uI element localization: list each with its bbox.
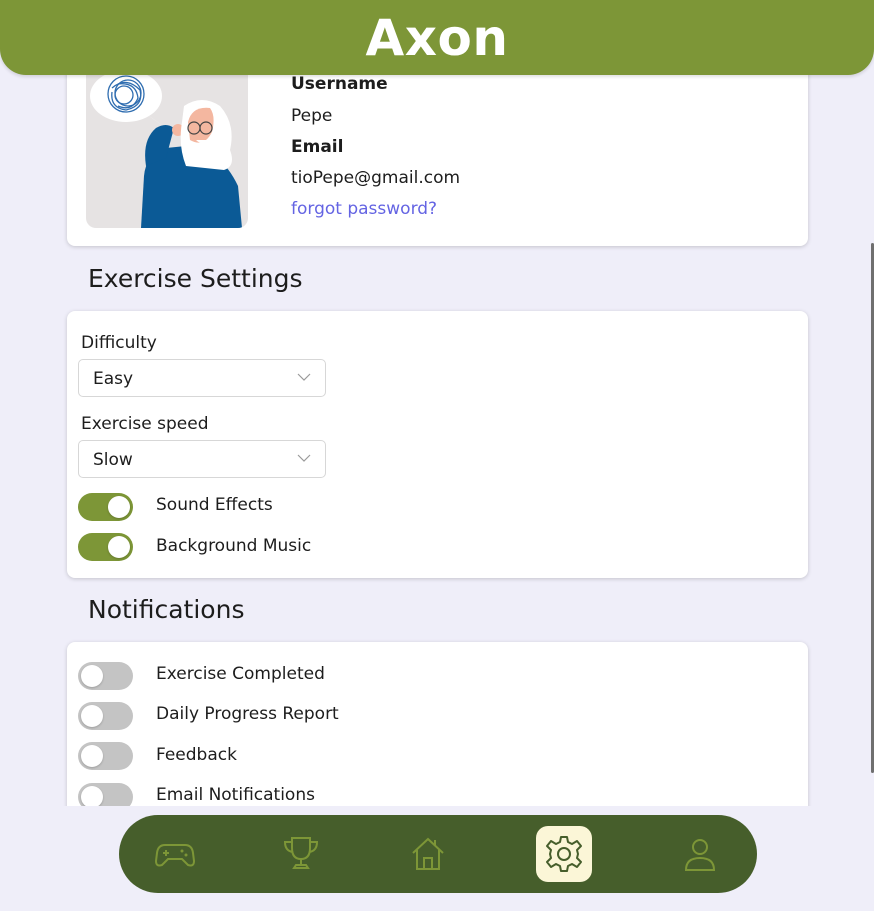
notifications-title: Notifications <box>88 595 245 624</box>
exercise-completed-toggle[interactable] <box>78 662 133 690</box>
exercise-settings-card: Difficulty Easy Exercise speed Slow Soun… <box>67 311 808 578</box>
exercise-speed-label: Exercise speed <box>81 414 209 434</box>
background-music-label: Background Music <box>156 536 312 556</box>
daily-progress-report-label: Daily Progress Report <box>156 704 339 724</box>
toggle-knob <box>81 745 103 767</box>
nav-settings[interactable] <box>536 826 592 882</box>
nav-home[interactable] <box>400 826 456 882</box>
app-title: Axon <box>365 8 509 67</box>
sound-effects-label: Sound Effects <box>156 495 273 515</box>
toggle-knob <box>81 705 103 727</box>
username-label: Username <box>291 74 388 94</box>
toggle-knob <box>81 786 103 808</box>
nav-profile[interactable] <box>672 826 728 882</box>
forgot-password-link[interactable]: forgot password? <box>291 199 437 219</box>
gear-icon <box>546 836 582 872</box>
exercise-completed-label: Exercise Completed <box>156 664 325 684</box>
nav-trophies[interactable] <box>273 826 329 882</box>
feedback-label: Feedback <box>156 745 237 765</box>
email-label: Email <box>291 137 344 157</box>
app-header: Axon <box>0 0 874 75</box>
daily-progress-report-toggle[interactable] <box>78 702 133 730</box>
user-icon <box>684 839 716 871</box>
home-icon <box>412 837 444 870</box>
email-notifications-label: Email Notifications <box>156 785 315 805</box>
toggle-knob <box>108 496 130 518</box>
username-value: Pepe <box>291 106 333 126</box>
toggle-knob <box>81 665 103 687</box>
gamepad-icon <box>155 844 195 867</box>
email-value: tioPepe@gmail.com <box>291 168 461 188</box>
toggle-knob <box>108 536 130 558</box>
exercise-speed-value: Slow <box>93 450 133 470</box>
chevron-down-icon <box>297 454 311 462</box>
background-music-toggle[interactable] <box>78 533 133 561</box>
chevron-down-icon <box>297 373 311 381</box>
trophy-icon <box>283 837 319 869</box>
avatar <box>86 66 248 228</box>
difficulty-select[interactable]: Easy <box>78 359 326 397</box>
feedback-toggle[interactable] <box>78 742 133 770</box>
exercise-settings-title: Exercise Settings <box>88 264 303 293</box>
difficulty-value: Easy <box>93 369 134 389</box>
exercise-speed-select[interactable]: Slow <box>78 440 326 478</box>
nav-games[interactable] <box>147 826 203 882</box>
bottom-nav <box>119 815 757 893</box>
sound-effects-toggle[interactable] <box>78 493 133 521</box>
difficulty-label: Difficulty <box>81 333 157 353</box>
